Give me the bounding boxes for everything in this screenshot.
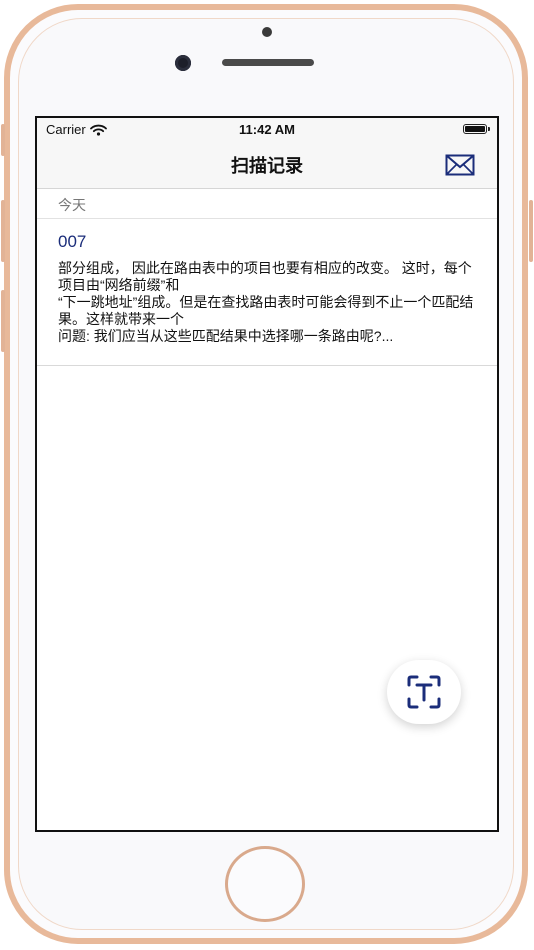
app-screen: Carrier 11:42 AM 扫描记录 今天 007 部分组成， 因此在路由… [35,116,499,832]
envelope-icon [445,154,475,176]
earpiece-speaker [222,59,314,66]
text-scan-icon [407,675,441,709]
section-header-label: 今天 [58,197,86,213]
record-preview-text: 部分组成， 因此在路由表中的项目也要有相应的改变。 这时，每个项目由“网络前缀”… [58,260,474,344]
volume-down-button [1,290,5,352]
battery-icon [463,124,490,134]
mute-switch [1,124,5,156]
power-button [529,200,533,262]
record-list-item[interactable]: 007 部分组成， 因此在路由表中的项目也要有相应的改变。 这时，每个项目由“网… [37,219,497,366]
battery-level [465,126,485,132]
mail-button[interactable] [445,154,475,176]
scan-text-button[interactable] [387,660,461,724]
navigation-bar: 扫描记录 [37,140,497,189]
proximity-sensor [262,27,272,37]
section-header-today: 今天 [37,189,497,219]
front-camera-icon [175,55,191,71]
volume-up-button [1,200,5,262]
home-button[interactable] [225,846,305,922]
status-bar: Carrier 11:42 AM [37,118,497,140]
page-title: 扫描记录 [231,156,303,176]
status-time: 11:42 AM [239,122,295,137]
record-title: 007 [58,232,87,251]
